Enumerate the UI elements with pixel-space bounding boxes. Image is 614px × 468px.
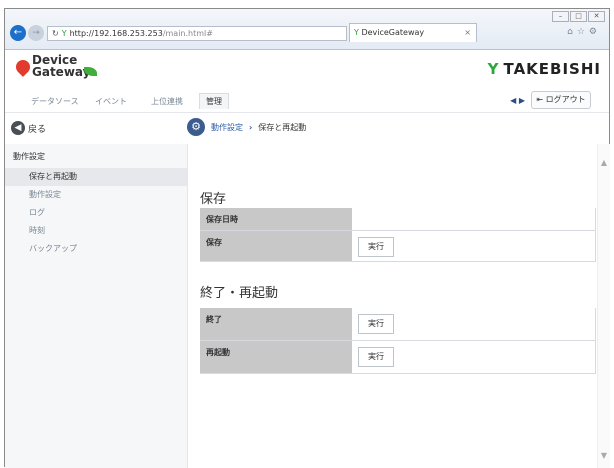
menu-item-datasource[interactable]: データソース	[31, 96, 79, 107]
shutdown-execute-button[interactable]: 実行	[358, 314, 394, 334]
back-button[interactable]: ◀ 戻る	[11, 121, 46, 135]
main-content: 保存 保存日時 保存 実行 終了・再起動 終了 実行 再起動 実行 ▲ ▼	[187, 144, 610, 468]
sidebar-item-save-restart[interactable]: 保存と再起動	[5, 168, 187, 186]
star-icon[interactable]: ☆	[577, 27, 589, 37]
settings-gear-icon: ⚙	[187, 118, 205, 136]
save-section-title: 保存	[200, 192, 227, 207]
restart-label: 再起動	[200, 341, 352, 373]
reload-icon[interactable]: ↻	[52, 29, 59, 38]
shutdown-row: 終了 実行	[200, 308, 596, 341]
shutdown-value: 実行	[352, 308, 596, 340]
browser-tab[interactable]: Y DeviceGateway ×	[349, 23, 477, 42]
menu-item-event[interactable]: イベント	[95, 96, 127, 107]
browser-window: – □ ✕ ← → ↻ Yhttp://192.168.253.253/main.…	[4, 8, 610, 468]
settings-gear-icon[interactable]: ⚙	[589, 27, 601, 37]
save-datetime-row: 保存日時	[200, 208, 596, 231]
shutdown-label: 終了	[200, 308, 352, 340]
save-datetime-label: 保存日時	[200, 208, 352, 230]
maximize-icon[interactable]: □	[570, 11, 587, 22]
close-tab-icon[interactable]: ×	[464, 24, 471, 41]
back-circle-icon: ◀	[11, 121, 25, 135]
restart-row: 再起動 実行	[200, 341, 596, 374]
sidebar-item-operation[interactable]: 動作設定	[5, 186, 187, 204]
scroll-down-icon[interactable]: ▼	[598, 451, 610, 460]
menu-item-admin[interactable]: 管理	[199, 93, 229, 109]
frame-top	[0, 0, 614, 8]
save-execute-button[interactable]: 実行	[358, 237, 394, 257]
app-header: Device Gateway Y TAKEBISHI	[5, 50, 609, 90]
logo-text-line2: Gateway	[32, 65, 91, 79]
breadcrumb-current: 保存と再起動	[258, 122, 307, 132]
scrollbar[interactable]: ▲ ▼	[597, 144, 610, 468]
home-icon[interactable]: ⌂	[567, 27, 577, 37]
logout-label: ログアウト	[545, 95, 586, 104]
logout-button[interactable]: ⇤ ログアウト	[531, 91, 591, 109]
save-datetime-value	[352, 208, 596, 230]
main-menu: データソース イベント 上位連携 管理 ◀ ▶ ⇤ ログアウト	[5, 90, 609, 112]
address-path: /main.html#	[162, 29, 213, 38]
save-value: 実行	[352, 231, 596, 261]
forward-arrow-icon[interactable]: →	[28, 25, 44, 41]
scroll-up-icon[interactable]: ▲	[598, 158, 610, 167]
brand-name: TAKEBISHI	[503, 60, 601, 78]
tab-title: DeviceGateway	[361, 28, 425, 37]
back-arrow-icon[interactable]: ←	[10, 25, 26, 41]
logo-mark	[13, 57, 33, 77]
browser-icons: ⌂☆⚙	[567, 27, 601, 37]
logo-text: Device Gateway	[32, 54, 90, 78]
device-gateway-logo: Device Gateway	[13, 53, 104, 83]
takebishi-sprout-icon: Y	[487, 60, 500, 78]
tab-favicon-icon: Y	[354, 28, 359, 37]
breadcrumb-link[interactable]: 動作設定	[211, 122, 243, 133]
window-controls: – □ ✕	[552, 11, 605, 22]
menu-item-upper-link[interactable]: 上位連携	[151, 96, 183, 107]
back-label: 戻る	[28, 124, 47, 135]
breadcrumb: ⚙ 動作設定 › 保存と再起動	[187, 118, 306, 136]
restart-execute-button[interactable]: 実行	[358, 347, 394, 367]
save-label: 保存	[200, 231, 352, 261]
restart-value: 実行	[352, 341, 596, 373]
sidebar-item-time[interactable]: 時刻	[5, 222, 187, 240]
minimize-icon[interactable]: –	[552, 11, 569, 22]
close-window-icon[interactable]: ✕	[588, 11, 605, 22]
sidebar-title: 動作設定	[13, 152, 45, 161]
breadcrumb-separator-icon: ›	[249, 122, 253, 132]
address-host: http://192.168.253.253	[69, 29, 163, 38]
pager-arrows-icon[interactable]: ◀ ▶	[510, 96, 525, 105]
sidebar-item-backup[interactable]: バックアップ	[5, 240, 187, 258]
logout-icon: ⇤	[536, 95, 544, 104]
sidebar: 動作設定 保存と再起動 動作設定 ログ 時刻 バックアップ	[5, 144, 187, 468]
takebishi-logo: Y TAKEBISHI	[488, 60, 601, 78]
save-row: 保存 実行	[200, 231, 596, 262]
restart-section-title: 終了・再起動	[200, 286, 279, 301]
address-bar[interactable]: ↻ Yhttp://192.168.253.253/main.html#	[47, 26, 347, 41]
browser-toolbar: – □ ✕ ← → ↻ Yhttp://192.168.253.253/main.…	[5, 9, 609, 50]
site-favicon-icon: Y	[61, 29, 67, 38]
sub-navigation: ◀ 戻る ⚙ 動作設定 › 保存と再起動	[5, 112, 609, 143]
sidebar-item-log[interactable]: ログ	[5, 204, 187, 222]
